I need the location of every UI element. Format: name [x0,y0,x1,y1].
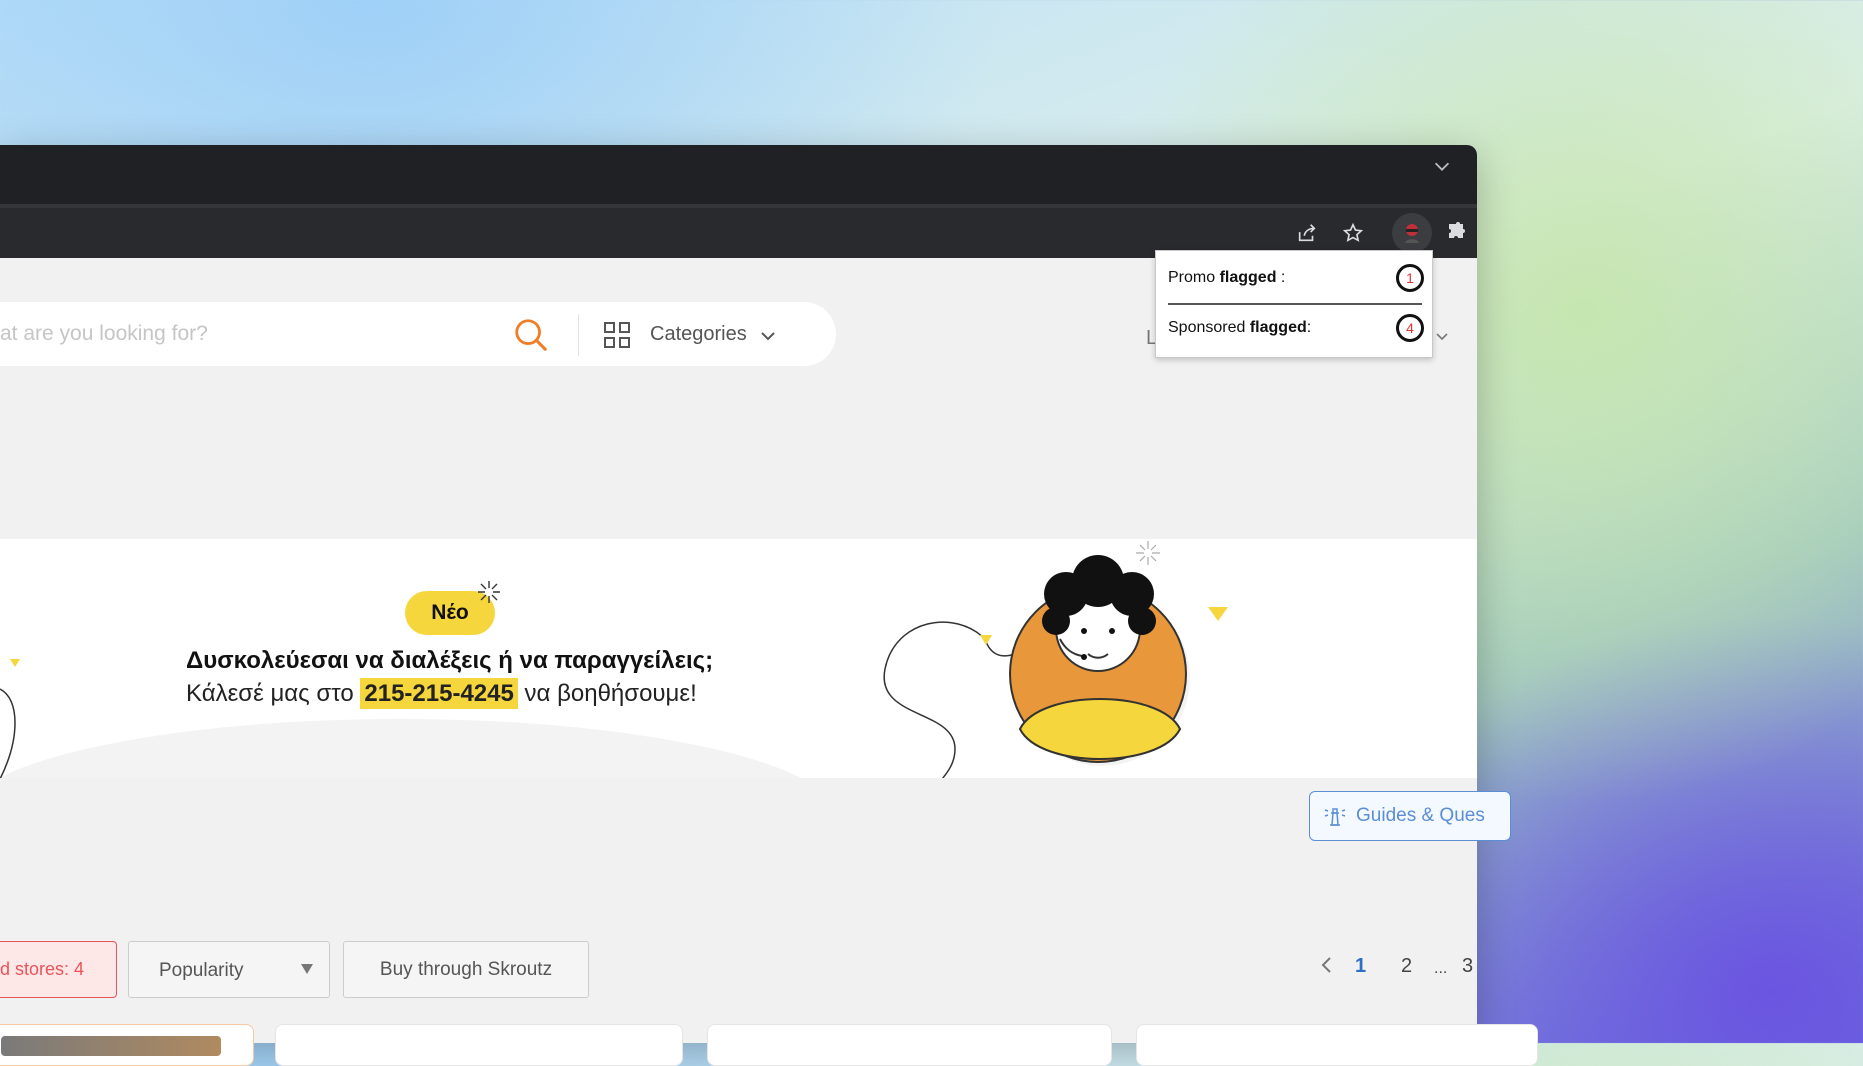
buy-through-skroutz-button[interactable]: Buy through Skroutz [343,941,589,998]
search-bar[interactable]: at are you looking for? Categories [0,302,836,366]
star-icon[interactable] [1340,220,1366,246]
banner-title: Δυσκολεύεσαι να διαλέξεις ή να παραγγείλ… [186,647,714,674]
promo-flagged-row: Promo flagged : 1 [1168,255,1424,301]
banner-subtitle: Κάλεσέ μας στο 215-215-4245 να βοηθήσουμ… [186,678,697,709]
sponsored-flagged-row: Sponsored flagged: 4 [1168,305,1424,351]
share-icon[interactable] [1294,220,1320,246]
product-card[interactable] [275,1024,683,1066]
page-3-link[interactable]: 3 [1462,955,1473,978]
promo-label: Promo flagged : [1168,269,1285,287]
product-card[interactable] [707,1024,1112,1066]
grid-icon [604,322,630,348]
lighthouse-icon [1324,808,1346,826]
promo-flagged-word: flagged [1219,269,1277,286]
promo-prefix: Promo [1168,269,1220,286]
promo-suffix: : [1276,269,1286,286]
phone-number[interactable]: 215-215-4245 [360,678,518,709]
tab-search-chevron-icon[interactable] [1431,155,1453,177]
sponsored-suffix: : [1306,319,1312,336]
extension-avatar-icon[interactable] [1392,213,1432,253]
dropdown-arrow-icon [301,964,313,974]
product-card[interactable] [0,1024,254,1066]
page-content: at are you looking for? Categories L Νέο… [0,258,1477,1043]
support-agent-illustration [883,541,1228,778]
title-bar [0,145,1477,208]
banner-subtitle-prefix: Κάλεσέ μας στο [186,680,354,707]
product-card[interactable] [1136,1024,1538,1066]
promo-count-badge: 1 [1396,264,1424,292]
search-divider [578,314,579,356]
decorative-curve [0,659,20,778]
page-1-link[interactable]: 1 [1355,955,1366,978]
banner-subtitle-suffix: να βοηθήσουμε! [524,680,697,707]
sort-select[interactable]: Popularity [128,941,330,998]
sponsored-flagged-word: flagged [1249,319,1307,336]
categories-button[interactable]: Categories [650,323,747,346]
search-input[interactable]: at are you looking for? [0,322,208,346]
sort-selected-value: Popularity [159,960,244,981]
selected-stores-filter[interactable]: d stores: 4 [0,941,117,998]
chevron-left-icon[interactable] [1320,955,1334,975]
banner-background-shape [0,719,840,778]
puzzle-icon[interactable] [1443,220,1469,246]
pagination-ellipsis: ... [1434,960,1448,977]
support-banner: Νέο Δυσκολεύεσαι να διαλέξεις ή να παραγ… [0,539,1477,778]
guides-label: Guides & Ques [1356,805,1485,826]
sponsored-prefix: Sponsored [1168,319,1250,336]
sponsored-count-badge: 4 [1396,314,1424,342]
sponsored-label: Sponsored flagged: [1168,319,1311,337]
chevron-down-icon [761,332,775,341]
chevron-down-icon[interactable] [1436,332,1448,342]
page-2-link[interactable]: 2 [1401,955,1412,978]
extension-popup: Promo flagged : 1 Sponsored flagged: 4 [1155,250,1433,358]
sparkle-icon [478,581,500,603]
guides-button[interactable]: Guides & Ques [1309,791,1511,841]
product-image [1,1036,221,1056]
search-icon[interactable] [512,316,550,354]
